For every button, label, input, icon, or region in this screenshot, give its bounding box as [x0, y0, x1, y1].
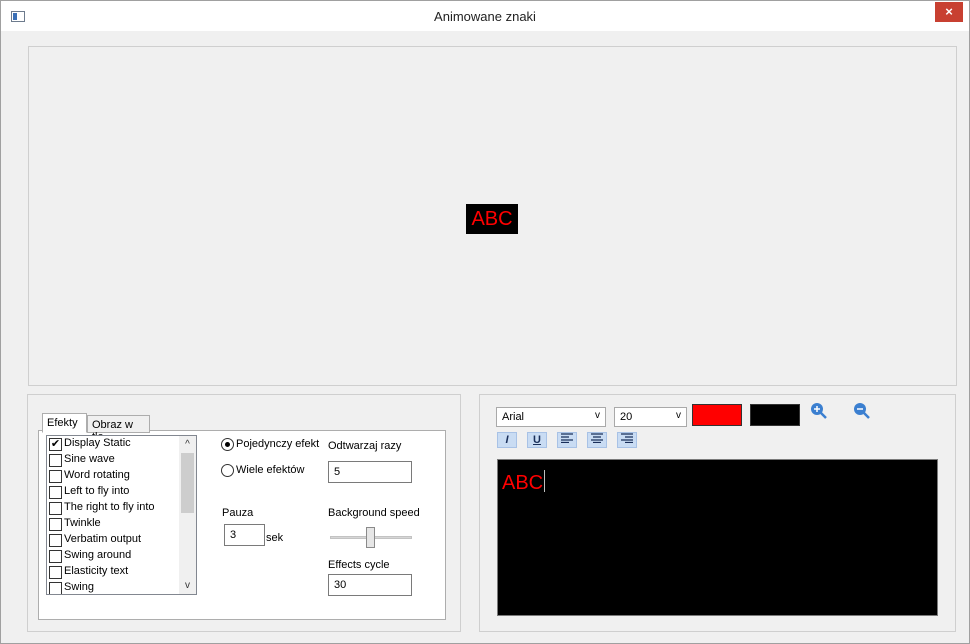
- radio-button[interactable]: [221, 438, 234, 451]
- list-item[interactable]: Elasticity text: [48, 564, 180, 580]
- underline-button[interactable]: U: [527, 432, 547, 448]
- pause-unit: sek: [266, 532, 284, 544]
- checkbox[interactable]: [49, 582, 62, 594]
- scroll-thumb[interactable]: [181, 453, 194, 513]
- list-item[interactable]: Twinkle: [48, 516, 180, 532]
- checkbox[interactable]: [49, 550, 62, 563]
- scroll-up-icon[interactable]: ^: [179, 436, 196, 453]
- text-color-swatch[interactable]: [692, 404, 742, 426]
- tab-obraz-w-tle[interactable]: Obraz w tle: [87, 415, 150, 443]
- checkbox[interactable]: ✔: [49, 438, 62, 451]
- size-value: 20: [620, 411, 633, 423]
- repeat-input[interactable]: 5: [328, 461, 412, 483]
- align-left-button[interactable]: [557, 432, 577, 448]
- text-editor[interactable]: ABC: [497, 459, 938, 616]
- radio-multi-effect[interactable]: Wiele efektów: [221, 463, 321, 479]
- checkbox[interactable]: [49, 502, 62, 515]
- radio-button[interactable]: [221, 464, 234, 477]
- checkbox[interactable]: [49, 518, 62, 531]
- repeat-label: Odtwarzaj razy: [328, 440, 402, 452]
- align-right-icon: [621, 433, 633, 444]
- chevron-down-icon: v: [676, 410, 681, 421]
- pause-label: Pauza: [222, 507, 254, 519]
- list-item[interactable]: Swing: [48, 580, 180, 594]
- close-button[interactable]: ×: [935, 2, 963, 22]
- list-item[interactable]: Swing around: [48, 548, 180, 564]
- list-item[interactable]: Left to fly into: [48, 484, 180, 500]
- background-speed-slider[interactable]: [366, 527, 375, 548]
- effects-cycle-input[interactable]: 30: [328, 574, 412, 596]
- font-value: Arial: [502, 411, 525, 423]
- list-item[interactable]: Sine wave: [48, 452, 180, 468]
- chevron-down-icon: v: [595, 410, 600, 421]
- list-item[interactable]: Verbatim output: [48, 532, 180, 548]
- checkbox[interactable]: [49, 454, 62, 467]
- align-left-icon: [561, 433, 573, 444]
- window-title: Animowane znaki: [434, 9, 536, 24]
- text-caret: [544, 470, 546, 492]
- scroll-down-icon[interactable]: v: [179, 577, 196, 594]
- zoom-in-icon[interactable]: [810, 402, 827, 419]
- radio-single-effect[interactable]: Pojedynczy efekt: [221, 437, 321, 453]
- list-item[interactable]: ✔ Display Static: [48, 436, 180, 452]
- list-item[interactable]: The right to fly into: [48, 500, 180, 516]
- list-item[interactable]: Word rotating: [48, 468, 180, 484]
- background-speed-label: Background speed: [328, 507, 420, 519]
- align-right-button[interactable]: [617, 432, 637, 448]
- title-bar: Animowane znaki ×: [1, 1, 969, 31]
- align-center-icon: [591, 433, 603, 444]
- background-color-swatch[interactable]: [750, 404, 800, 426]
- editor-text-value: ABC: [502, 472, 544, 494]
- checkbox[interactable]: [49, 470, 62, 483]
- italic-button[interactable]: I: [497, 432, 517, 448]
- zoom-out-icon[interactable]: [853, 402, 870, 419]
- preview-text: ABC: [466, 204, 518, 234]
- animation-preview: ABC: [28, 46, 957, 386]
- font-select[interactable]: Arial v: [496, 407, 606, 427]
- effects-cycle-label: Effects cycle: [328, 559, 390, 571]
- editor-text: ABC: [502, 470, 546, 495]
- align-center-button[interactable]: [587, 432, 607, 448]
- checkbox[interactable]: [49, 486, 62, 499]
- checkbox[interactable]: [49, 534, 62, 547]
- tab-efekty[interactable]: Efekty: [42, 413, 87, 433]
- effects-list[interactable]: ✔ Display Static Sine wave Word rotating …: [46, 435, 197, 595]
- list-scrollbar[interactable]: ^ v: [179, 436, 196, 594]
- pause-input[interactable]: 3: [224, 524, 265, 546]
- size-select[interactable]: 20 v: [614, 407, 687, 427]
- checkbox[interactable]: [49, 566, 62, 579]
